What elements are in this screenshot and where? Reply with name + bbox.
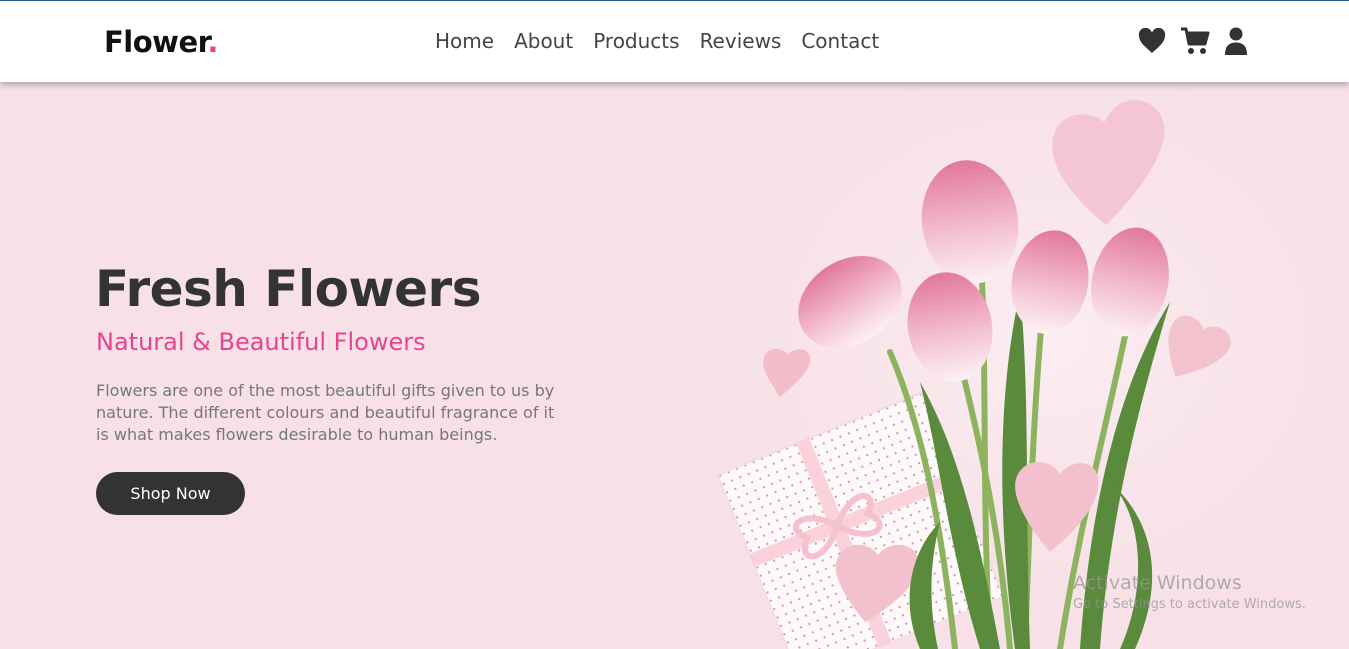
logo[interactable]: Flower.: [104, 25, 218, 59]
hero-section: Fresh Flowers Natural & Beautiful Flower…: [0, 82, 1349, 649]
shop-now-button[interactable]: Shop Now: [96, 472, 245, 515]
heart-icon[interactable]: [1138, 27, 1166, 58]
logo-dot: .: [207, 25, 218, 59]
nav-about[interactable]: About: [514, 29, 573, 53]
user-icon[interactable]: [1224, 27, 1248, 59]
watermark-title: Activate Windows: [1073, 572, 1242, 594]
windows-activation-watermark: Activate Windows Go to Settings to activ…: [1073, 572, 1306, 612]
nav-contact[interactable]: Contact: [801, 29, 879, 53]
tulip-bouquet-image: [680, 82, 1349, 649]
logo-text: Flower: [104, 25, 208, 59]
nav-reviews[interactable]: Reviews: [700, 29, 782, 53]
site-header: Flower. Home About Products Reviews Cont…: [0, 1, 1349, 82]
cart-icon[interactable]: [1180, 27, 1210, 59]
hero-subtitle: Natural & Beautiful Flowers: [96, 328, 426, 356]
main-nav: Home About Products Reviews Contact: [435, 29, 899, 53]
hero-title: Fresh Flowers: [95, 260, 481, 318]
watermark-subtitle: Go to Settings to activate Windows.: [1073, 597, 1306, 612]
nav-home[interactable]: Home: [435, 29, 494, 53]
header-icons: [1138, 27, 1262, 59]
hero-description: Flowers are one of the most beautiful gi…: [96, 381, 555, 444]
nav-products[interactable]: Products: [593, 29, 679, 53]
